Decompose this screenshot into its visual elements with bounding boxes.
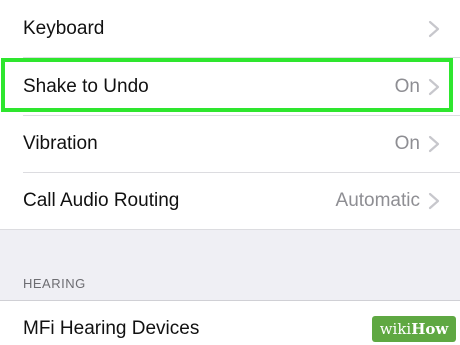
vibration-row[interactable]: Vibration On (0, 115, 460, 172)
keyboard-row[interactable]: Keyboard (0, 0, 460, 57)
group-bottom-border (0, 229, 460, 230)
vibration-value: On (394, 132, 420, 154)
watermark-wiki-text: wiki (379, 320, 412, 338)
watermark-how-text: How (411, 320, 449, 338)
shake-to-undo-label: Shake to Undo (23, 75, 149, 97)
hearing-section-header: HEARING (23, 276, 86, 291)
call-audio-routing-value: Automatic (335, 189, 420, 211)
vibration-label: Vibration (23, 132, 98, 154)
shake-to-undo-row[interactable]: Shake to Undo On (0, 58, 460, 115)
settings-group-top: Keyboard Shake to Undo On Vibration On C… (0, 0, 460, 230)
keyboard-label: Keyboard (23, 17, 105, 39)
call-audio-routing-label: Call Audio Routing (23, 189, 180, 211)
call-audio-routing-row[interactable]: Call Audio Routing Automatic (0, 172, 460, 229)
chevron-right-icon (428, 135, 440, 152)
wikihow-watermark: wiki How (372, 316, 456, 342)
chevron-right-icon (428, 20, 440, 37)
chevron-right-icon (428, 78, 440, 95)
chevron-right-icon (428, 192, 440, 209)
mfi-hearing-devices-label: MFi Hearing Devices (23, 318, 200, 339)
shake-to-undo-value: On (394, 75, 420, 97)
